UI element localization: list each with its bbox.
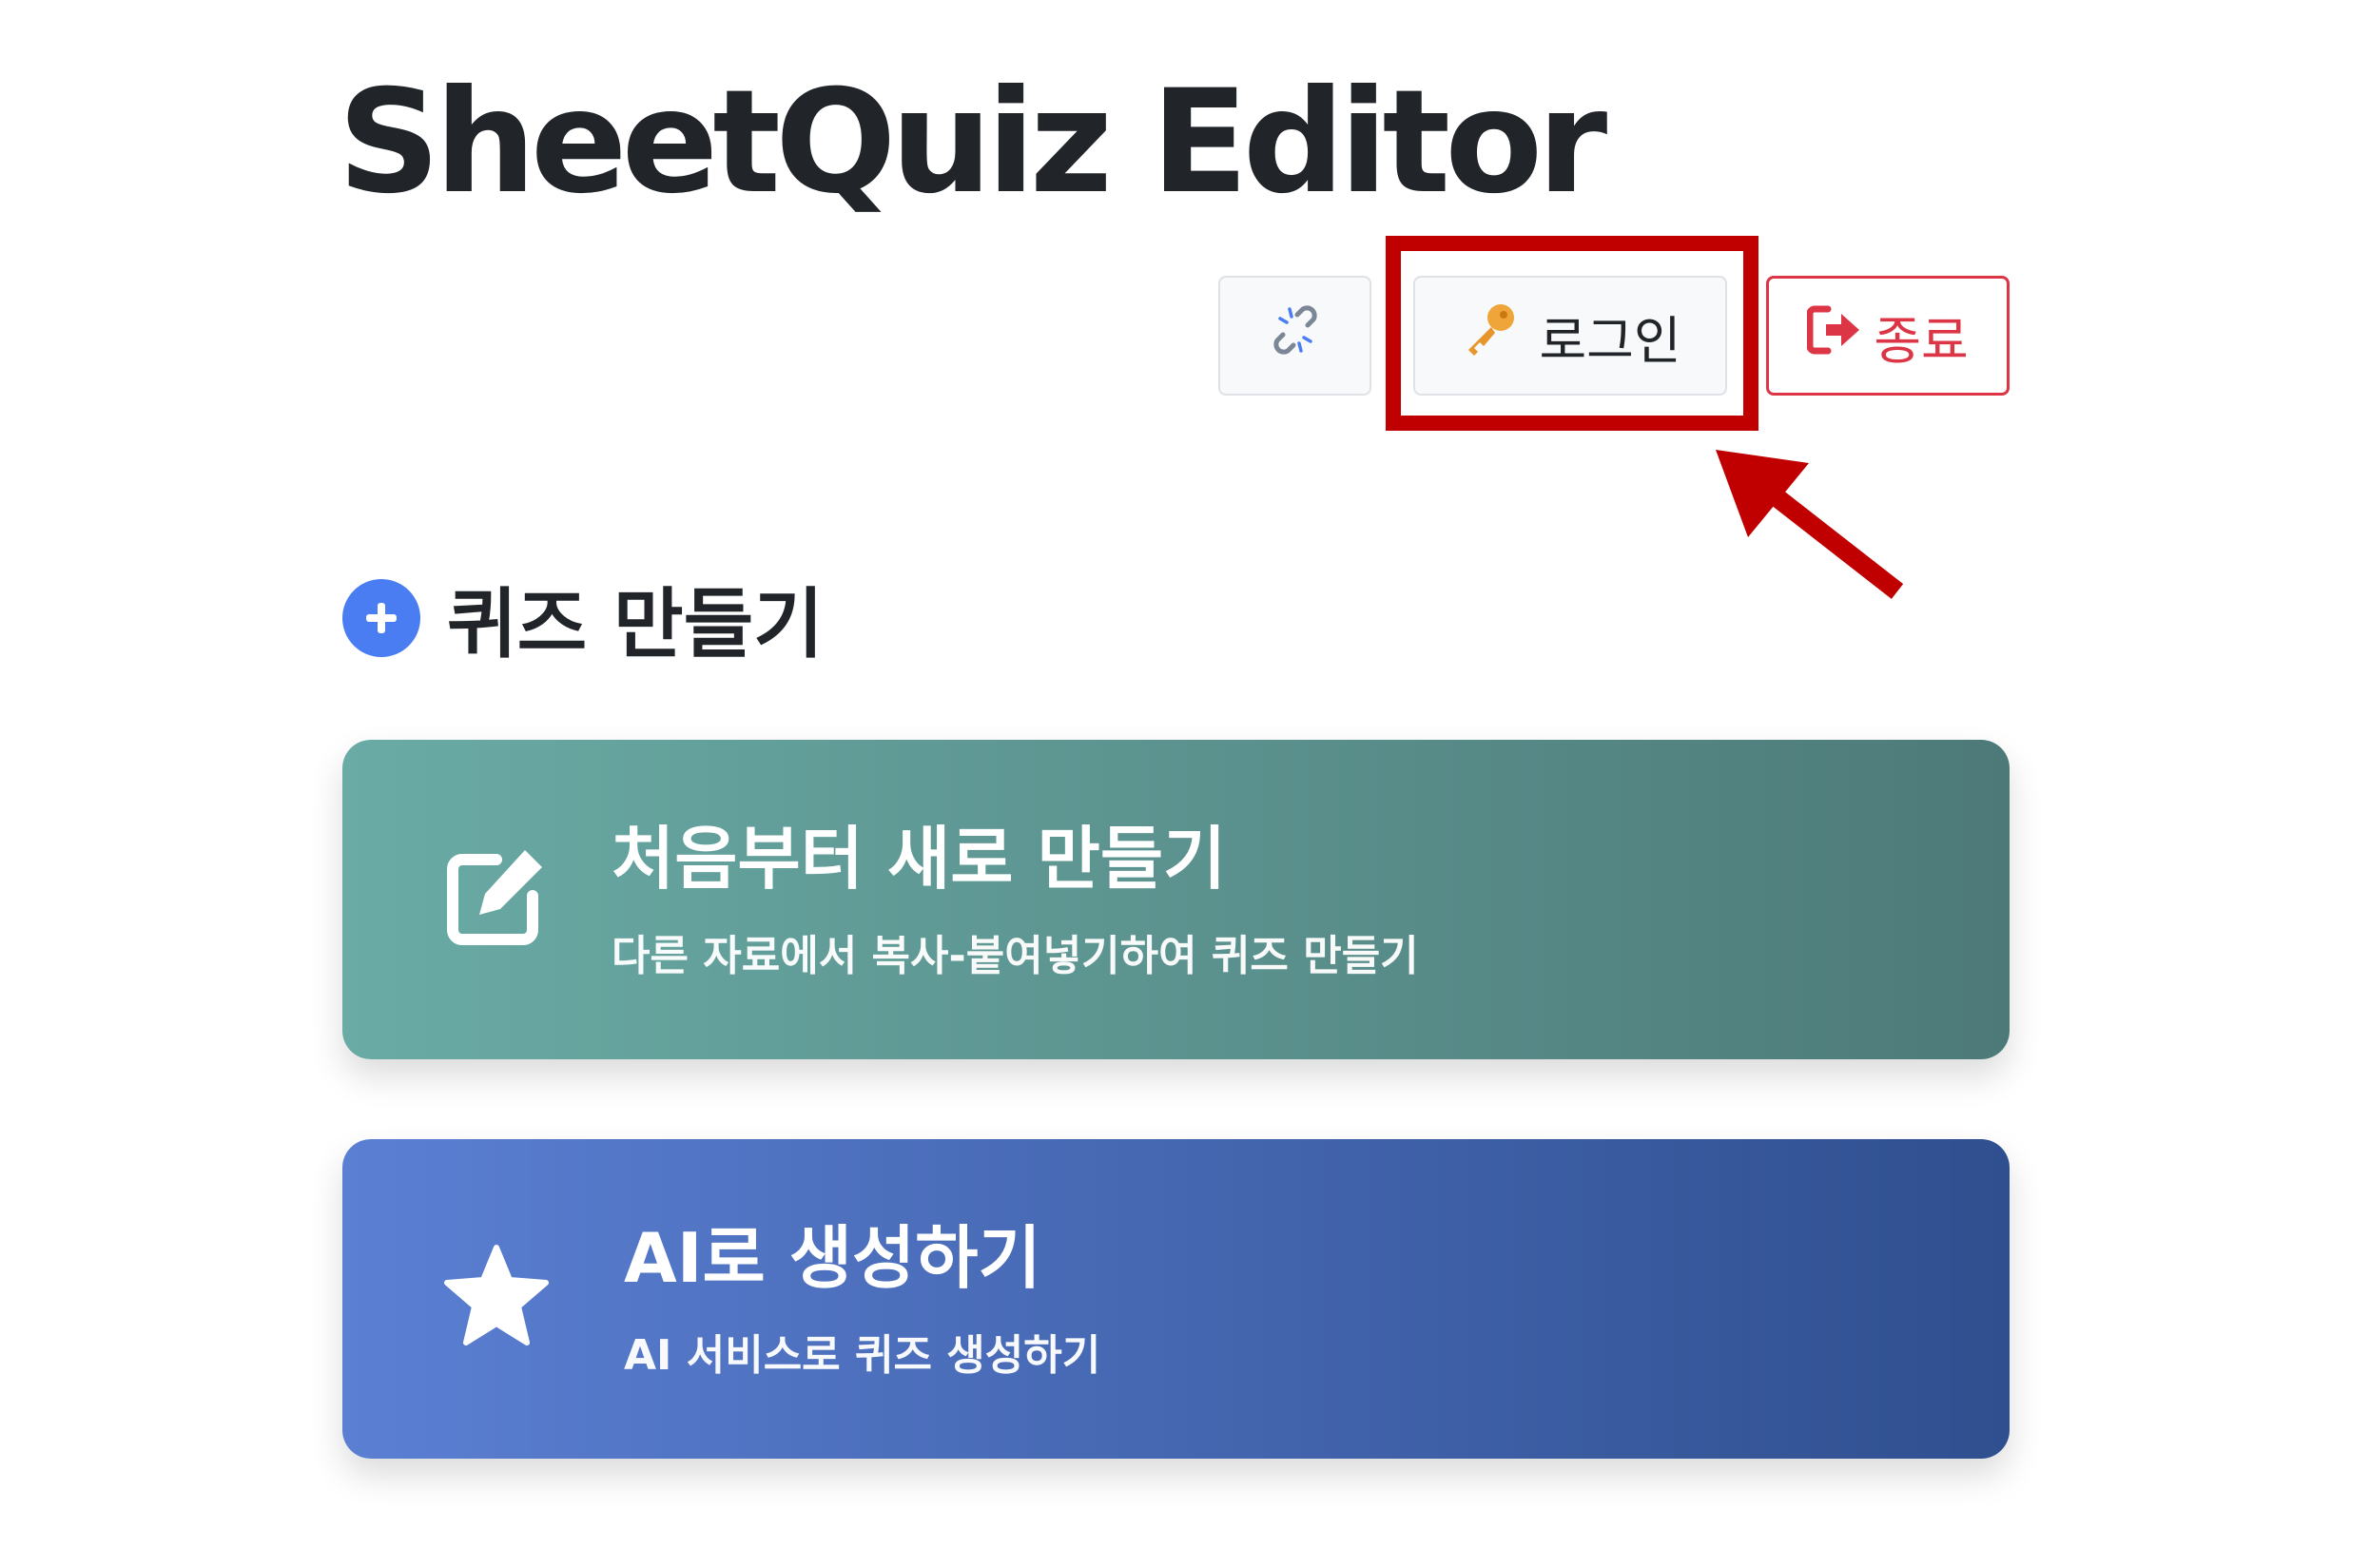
star-icon: [439, 1240, 554, 1358]
edit-icon: [437, 841, 552, 958]
link-button[interactable]: [1218, 276, 1371, 396]
card-subtitle: 다른 자료에서 복사-붙여넣기하여 퀴즈 만들기: [612, 932, 1419, 980]
card-subtitle: AI 서비스로 퀴즈 생성하기: [624, 1331, 1101, 1380]
section-title: 퀴즈 만들기: [447, 580, 824, 668]
create-from-scratch-card[interactable]: 처음부터 새로 만들기 다른 자료에서 복사-붙여넣기하여 퀴즈 만들기: [342, 740, 2010, 1059]
page: SheetQuiz Editor 로그인 종료 퀴즈 만들기 처음부터 새로 만…: [0, 0, 2370, 1568]
login-label: 로그인: [1539, 310, 1681, 371]
sign-out-icon: [1806, 305, 1862, 367]
login-button[interactable]: 로그인: [1413, 276, 1727, 396]
card-title: AI로 생성하기: [624, 1218, 1041, 1298]
generate-with-ai-card[interactable]: AI로 생성하기 AI 서비스로 퀴즈 생성하기: [342, 1139, 2010, 1459]
app-title: SheetQuiz Editor: [338, 60, 1607, 225]
broken-link-icon: [1269, 303, 1322, 369]
key-icon: [1459, 300, 1518, 372]
exit-button[interactable]: 종료: [1766, 276, 2010, 396]
card-title: 처음부터 새로 만들기: [612, 819, 1227, 899]
plus-circle-icon: [342, 579, 420, 657]
create-quiz-section-header: 퀴즈 만들기: [342, 571, 824, 668]
exit-label: 종료: [1874, 310, 1969, 371]
red-arrow-icon: [1716, 450, 1904, 599]
